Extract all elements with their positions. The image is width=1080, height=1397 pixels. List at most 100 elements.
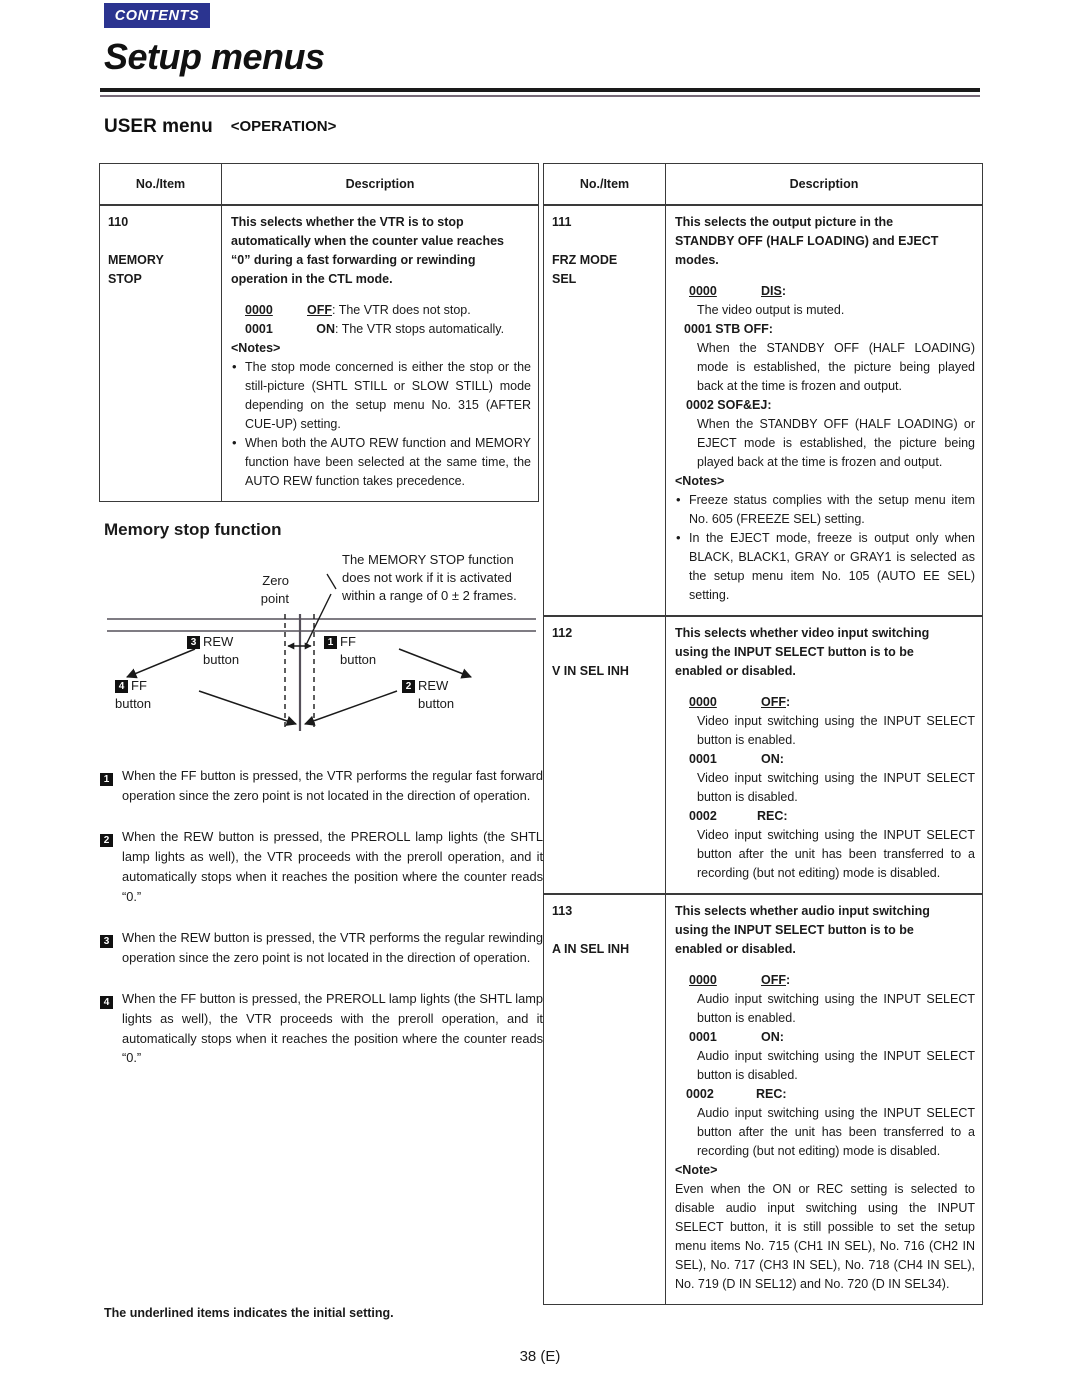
option-body: Video input switching using the INPUT SE… (697, 714, 975, 747)
label-ff-top-name: 1 FF (324, 633, 376, 651)
lead-line: This selects whether video input switchi… (675, 626, 930, 640)
step-text: When the FF button is pressed, the VTR p… (122, 768, 543, 803)
lead-line: using the INPUT SELECT button is to be (675, 923, 914, 937)
note-item: Freeze status complies with the setup me… (675, 490, 975, 529)
label-rew-bottom-word: button (418, 695, 455, 711)
row-description-cell: This selects whether video input switchi… (666, 617, 982, 893)
step-number: 4 (100, 989, 122, 1069)
memory-stop-function-title: Memory stop function (104, 520, 282, 539)
notes-heading: <Note> (675, 1163, 718, 1177)
label-rew-bottom-name: 2 REW (402, 677, 454, 695)
zero-point-leader (326, 573, 337, 590)
section-heading: USER menu <OPERATION> (104, 116, 336, 138)
option-body: When the STANDBY OFF (HALF LOADING) mode… (697, 341, 975, 393)
option-code: 0002 (686, 398, 714, 412)
step-marker: 3 (100, 934, 113, 948)
option-line: 0000 OFF: The VTR does not stop. (231, 301, 531, 320)
setting-number: 110 (108, 215, 129, 229)
option-suffix: : (781, 284, 787, 298)
option-code: 0000 (689, 973, 717, 987)
option-line: 0001 ON: (675, 750, 975, 769)
option-suffix: : (779, 752, 784, 766)
setting-number: 111 (552, 215, 572, 229)
right-settings-table: No./Item Description 111 FRZ MODE SEL Th… (543, 163, 983, 1305)
option-suffix: : (768, 322, 773, 336)
step-marker-4: 4 (115, 680, 128, 693)
step-text: When the FF button is pressed, the PRERO… (122, 990, 543, 1066)
option-body: Video input switching using the INPUT SE… (697, 771, 975, 804)
footnote: The underlined items indicates the initi… (104, 1306, 394, 1320)
lead-line: automatically when the counter value rea… (231, 234, 505, 248)
option-body: Audio input switching using the INPUT SE… (697, 992, 975, 1025)
table-header-row: No./Item Description (100, 164, 538, 206)
notes-list: Freeze status complies with the setup me… (675, 490, 975, 605)
row-description-cell: This selects the output picture in the S… (666, 206, 982, 615)
option-suffix: : (786, 695, 791, 709)
option-code: 0001 (689, 1030, 717, 1044)
section-subtitle: <OPERATION> (230, 118, 337, 135)
step-marker-3: 3 (187, 636, 200, 649)
row-no-item-cell: 110 MEMORY STOP (100, 206, 222, 501)
label-rew-top-name: 3 REW (187, 633, 239, 651)
table-row: 113 A IN SEL INH This selects whether au… (544, 895, 982, 1304)
lead-line: modes. (675, 253, 719, 267)
rew-left-arrow (126, 648, 196, 679)
label-ff-bottom-name: 4 FF (115, 677, 151, 695)
option-code: 0002 (689, 809, 717, 823)
step-number: 2 (100, 827, 122, 907)
step-text: When the REW button is pressed, the VTR … (122, 929, 543, 965)
step-marker: 1 (100, 773, 113, 786)
steps-list: 1 When the FF button is pressed, the VTR… (100, 766, 543, 1089)
table-row: 110 MEMORY STOP This selects whether the… (100, 206, 538, 501)
option-suffix: : (782, 1087, 787, 1101)
option-line: 0002 REC: (675, 1085, 975, 1104)
list-item: 1 When the FF button is pressed, the VTR… (100, 766, 543, 806)
list-item: 2 When the REW button is pressed, the PR… (100, 827, 543, 907)
contents-badge[interactable]: CONTENTS (104, 3, 210, 28)
step-number: 3 (100, 928, 122, 968)
option-line: 0001 STB OFF: (675, 320, 975, 339)
lead-line: This selects whether the VTR is to stop (231, 215, 464, 229)
setting-number: 112 (552, 626, 573, 640)
option-line: 0000 OFF: (675, 971, 975, 990)
note-item: In the EJECT mode, freeze is output only… (675, 528, 975, 605)
option-code: 0000 (689, 284, 717, 298)
row-no-item-cell: 112 V IN SEL INH (544, 617, 666, 893)
table-row: 111 FRZ MODE SEL This selects the output… (544, 206, 982, 617)
option-suffix: : (767, 398, 772, 412)
zero-point-line1: Zero (262, 573, 289, 588)
table-row: 112 V IN SEL INH This selects whether vi… (544, 617, 982, 895)
notes-heading: <Notes> (231, 341, 281, 355)
row-description-cell: This selects whether audio input switchi… (666, 895, 982, 1304)
column-header-description: Description (789, 177, 859, 191)
zero-point-line2: point (260, 590, 289, 606)
option-value: STB OFF (715, 322, 769, 336)
lead-line: using the INPUT SELECT button is to be (675, 645, 914, 659)
memory-stop-diagram: Zero point The MEMORY STOP function does… (99, 548, 544, 738)
step-marker-1: 1 (324, 636, 337, 649)
option-line: 0001 ON: The VTR stops automatically. (231, 320, 531, 339)
lead-line: This selects the output picture in the (675, 215, 894, 229)
header-rule-thin (100, 95, 980, 97)
lead-line: “0” during a fast forwarding or rewindin… (231, 253, 476, 267)
ff-to-zero-arrow (198, 690, 297, 726)
ff-bottom-text: FF (131, 678, 147, 693)
setting-item-line1: A IN SEL INH (552, 942, 630, 956)
option-suffix: : (783, 809, 788, 823)
description-lead: This selects whether video input switchi… (675, 624, 975, 681)
note-item: When both the AUTO REW function and MEMO… (231, 433, 531, 491)
step-marker-2: 2 (402, 680, 415, 693)
row-description-cell: This selects whether the VTR is to stop … (222, 206, 538, 501)
setting-item-line2: STOP (108, 272, 142, 286)
notes-heading: <Notes> (675, 474, 725, 488)
lead-line: This selects whether audio input switchi… (675, 904, 930, 918)
row-no-item-cell: 113 A IN SEL INH (544, 895, 666, 1304)
setting-number: 113 (552, 904, 573, 918)
option-suffix: : (786, 973, 791, 987)
column-header-no-item: No./Item (544, 164, 666, 204)
column-header-no-item: No./Item (100, 164, 222, 204)
step-text: When the REW button is pressed, the PRER… (122, 828, 543, 904)
callout-line: does not work if it is activated (342, 569, 512, 585)
